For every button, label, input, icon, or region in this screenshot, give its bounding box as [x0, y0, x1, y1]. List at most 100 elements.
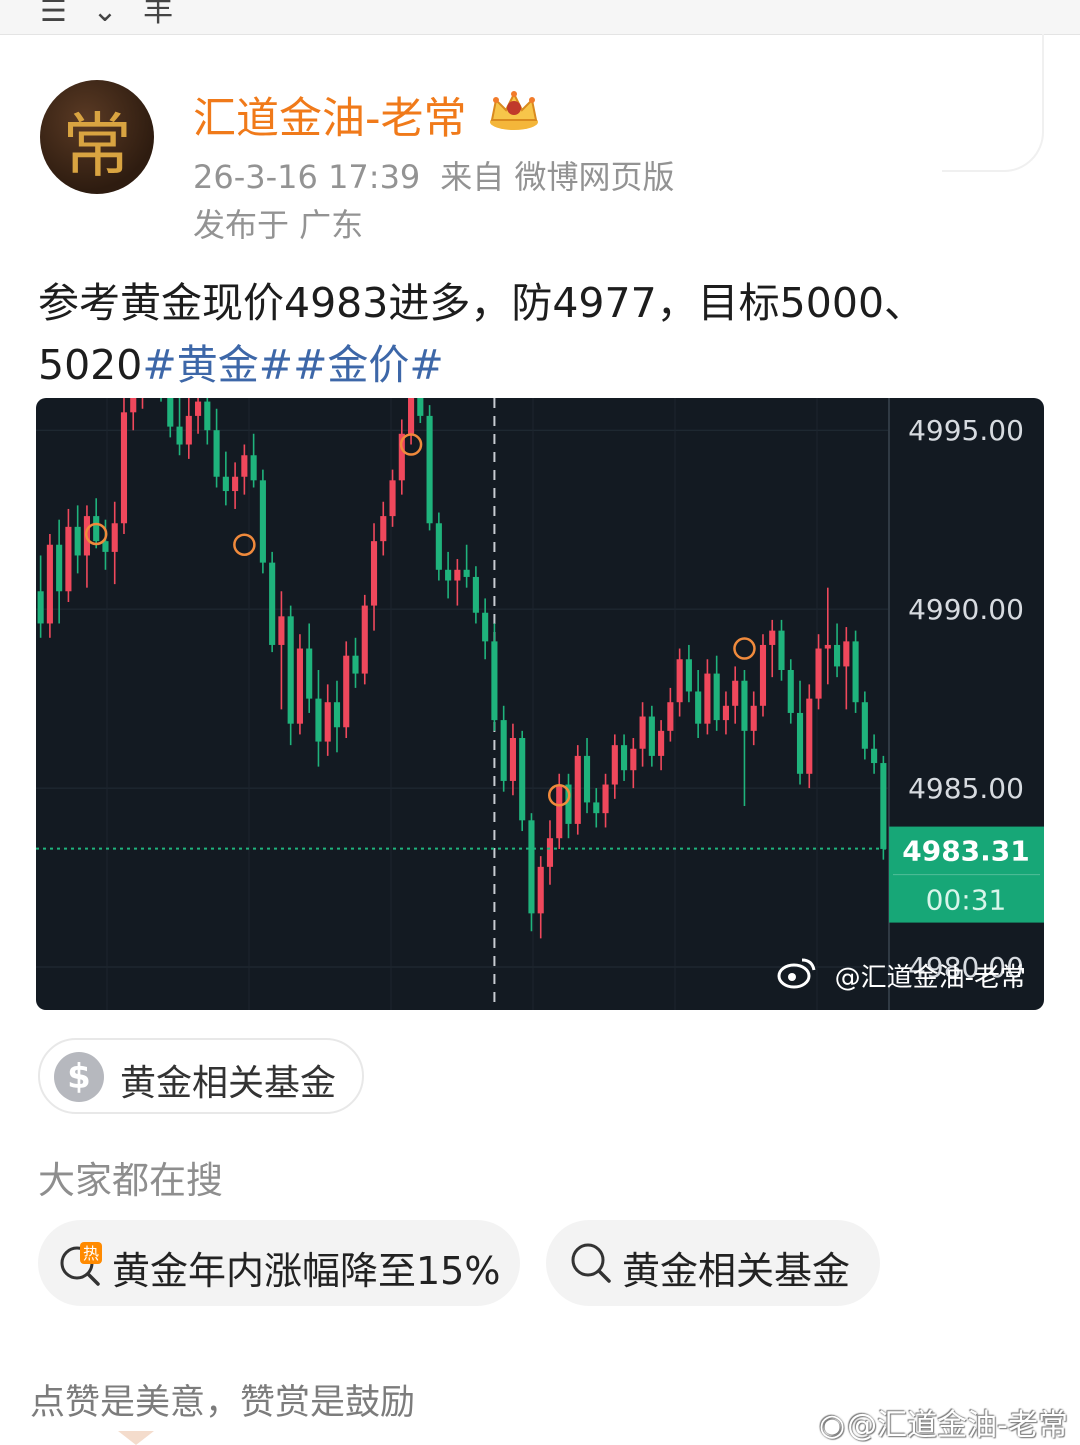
candle-body	[509, 738, 516, 781]
candle-body	[806, 698, 813, 774]
candle-body	[269, 562, 276, 645]
trending-search-label-2: 黄金相关基金	[622, 1249, 851, 1293]
candle-body	[241, 455, 248, 477]
crown-icon[interactable]	[486, 88, 542, 132]
post-meta: 26-3-16 17:39 来自 微博网页版	[193, 152, 674, 198]
candle-body	[287, 616, 294, 724]
candle-series	[37, 398, 887, 939]
candle-body	[685, 659, 692, 692]
candle-body	[676, 659, 683, 703]
candle-body	[250, 455, 257, 481]
signal-marker	[233, 533, 256, 556]
candlestick-chart: 4995.004990.004985.004980.00 4983.31 00:…	[36, 398, 1044, 1010]
candle-body	[454, 569, 461, 581]
candle-body	[824, 644, 831, 649]
candle-body	[120, 412, 128, 524]
watermark-text: @汇道金油-老常	[847, 1408, 1068, 1443]
candle-body	[648, 716, 655, 756]
candle-body	[574, 755, 581, 824]
candle-body	[352, 655, 359, 674]
candle-body	[750, 705, 757, 731]
candle-body	[102, 541, 109, 552]
candle-body	[176, 426, 183, 445]
candle-body	[278, 616, 285, 645]
candle-body	[361, 605, 368, 674]
chart-watermark: @汇道金油-老常	[835, 963, 1026, 993]
candle-body	[621, 745, 628, 771]
candle-body	[741, 680, 748, 731]
candle-body	[611, 745, 618, 785]
candle-body	[472, 576, 479, 613]
trending-search-heading: 大家都在搜	[38, 1159, 223, 1202]
candle-body	[315, 698, 322, 742]
candle-body	[167, 398, 174, 427]
price-tick-label: 4990.00	[908, 593, 1024, 626]
signal-marker	[733, 637, 756, 660]
candle-body	[232, 476, 239, 492]
candle-body	[435, 523, 442, 570]
candle-body	[722, 705, 729, 721]
candle-body	[46, 544, 53, 624]
candle-body	[630, 748, 637, 771]
candle-body	[778, 630, 785, 670]
trending-search-chip-1[interactable]: 热 黄金年内涨幅降至15%	[38, 1220, 520, 1306]
candle-body	[306, 648, 313, 699]
candle-body	[445, 569, 452, 581]
candle-body	[880, 763, 887, 849]
candle-body	[74, 526, 81, 556]
candle-body	[815, 648, 822, 699]
hot-search-icon: 热	[60, 1242, 102, 1286]
candle-body	[213, 430, 220, 477]
candle-body	[861, 702, 868, 749]
candle-body	[333, 702, 341, 728]
candle-body	[593, 802, 600, 814]
weibo-watermark-icon: ◉	[818, 1408, 846, 1443]
dollar-icon: $	[54, 1052, 104, 1102]
trending-search-chip-2[interactable]: 黄金相关基金	[546, 1220, 880, 1306]
candle-body	[602, 784, 609, 814]
candle-body	[639, 716, 646, 749]
candle-body	[259, 480, 266, 563]
hashtag-gold-price[interactable]: #金价#	[293, 341, 444, 389]
candle-body	[111, 523, 118, 552]
post-body: 参考黄金现价4983进多，防4977，目标5000、5020#黄金##金价#	[38, 272, 1048, 396]
candle-body	[667, 702, 674, 731]
candle-body	[463, 569, 470, 577]
candle-body	[324, 702, 331, 742]
candle-body	[296, 648, 303, 724]
reward-pointer	[118, 1431, 154, 1445]
candle-body	[426, 415, 433, 524]
candle-body	[185, 415, 192, 445]
candle-body	[204, 401, 211, 431]
post-location: 发布于 广东	[193, 206, 364, 244]
candle-body	[769, 630, 776, 645]
candle-body	[222, 476, 229, 492]
candle-body	[834, 644, 841, 667]
avatar[interactable]: 常	[40, 80, 154, 194]
candle-body	[528, 820, 535, 914]
candle-body	[500, 720, 507, 781]
price-tick-label: 4995.00	[908, 414, 1024, 447]
candle-body	[537, 866, 544, 914]
candle-body	[519, 738, 526, 821]
top-bar: ☰ ⌄ 丰	[0, 0, 1080, 35]
author-name[interactable]: 汇道金油-老常	[193, 84, 467, 146]
candle-body	[37, 591, 44, 624]
corner-decoration	[942, 34, 1044, 172]
candle-body	[871, 748, 878, 764]
trending-search-label-1: 黄金年内涨幅降至15%	[112, 1249, 501, 1293]
weibo-logo-icon	[777, 958, 816, 989]
candle-body	[787, 670, 794, 713]
gold-fund-chip[interactable]: $ 黄金相关基金	[38, 1038, 364, 1114]
hashtag-gold[interactable]: #黄金#	[142, 341, 293, 389]
candle-body	[343, 655, 350, 728]
candle-body	[482, 612, 489, 642]
candle-body	[556, 784, 563, 839]
price-tick-label: 4985.00	[908, 772, 1024, 805]
candle-body	[389, 480, 396, 517]
image-watermark: ◉@汇道金油-老常	[819, 1400, 1068, 1444]
candle-body	[732, 680, 739, 706]
post-source[interactable]: 来自 微博网页版	[440, 158, 674, 196]
candle-body	[417, 398, 424, 416]
chart-image[interactable]: 4995.00 4990.00 4985.00 4980.00 4983.31 00:…	[36, 398, 1044, 1010]
